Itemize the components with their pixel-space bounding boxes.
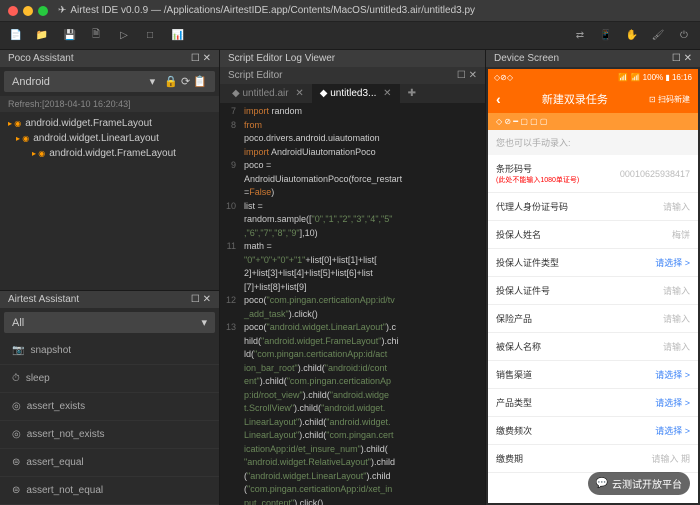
center-header: Script Editor Log Viewer bbox=[220, 50, 485, 67]
titlebar: ✈ Airtest IDE v0.0.9 — /Applications/Air… bbox=[0, 0, 700, 22]
code-editor[interactable]: 7import random8frompoco.drivers.android.… bbox=[220, 103, 485, 505]
form-row[interactable]: 投保人证件类型请选择 > bbox=[488, 249, 698, 277]
form-row[interactable]: 销售渠道请选择 > bbox=[488, 361, 698, 389]
app-title: 新建双录任务 bbox=[542, 91, 608, 107]
run-icon[interactable]: ▷ bbox=[114, 26, 134, 46]
airtest-assistant-header: Airtest Assistant ☐ ✕ bbox=[0, 291, 219, 308]
refresh-timestamp: Refresh:[2018-04-10 16:20:43] bbox=[0, 96, 219, 112]
back-icon[interactable]: ‹ bbox=[496, 91, 501, 107]
form-row[interactable]: 保险产品请输入 bbox=[488, 305, 698, 333]
script-editor-label: Script Editor ☐ ✕ bbox=[220, 67, 485, 84]
form-row[interactable]: 缴费期请输入 期 bbox=[488, 445, 698, 473]
new-tab-button[interactable]: ✚ bbox=[400, 84, 424, 103]
form-row[interactable]: 产品类型请选择 > bbox=[488, 389, 698, 417]
device-status-bar: ◇⊘◇ 📶 📶 100% ▮ 16:16 bbox=[488, 69, 698, 85]
minimize-window[interactable] bbox=[23, 6, 33, 16]
brush-icon[interactable]: 🖌 bbox=[648, 26, 668, 46]
panel-controls[interactable]: ☐ ✕ bbox=[191, 53, 211, 64]
form-row[interactable]: 投保人证件号请输入 bbox=[488, 277, 698, 305]
form-row[interactable]: 缴费频次请选择 > bbox=[488, 417, 698, 445]
hand-icon[interactable]: ✋ bbox=[622, 26, 642, 46]
form-row[interactable]: 被保人名称请输入 bbox=[488, 333, 698, 361]
panel-controls[interactable]: ☐ ✕ bbox=[191, 294, 211, 305]
tab-bar: ◆ untitled.air ✕◆ untitled3... ✕✚ bbox=[220, 84, 485, 103]
hint-text: 您也可以手动录入: bbox=[488, 130, 698, 155]
ui-tree: ▸ ◉android.widget.FrameLayout▸ ◉android.… bbox=[0, 112, 219, 290]
watermark: 💬 云测试开放平台 bbox=[588, 472, 690, 495]
poco-assistant-header: Poco Assistant ☐ ✕ bbox=[0, 50, 219, 67]
report-icon[interactable]: 📊 bbox=[168, 26, 188, 46]
app-icon: ✈ bbox=[58, 5, 66, 16]
power-icon[interactable]: ⏻ bbox=[674, 26, 694, 46]
scan-button[interactable]: ⊡ 扫码新建 bbox=[649, 94, 690, 105]
panel-controls[interactable]: ☐ ✕ bbox=[672, 53, 692, 64]
banner: ◇ ⊘ ━ ▢ ▢ ▢ bbox=[488, 113, 698, 130]
assist-item-assert_not_equal[interactable]: ⊜assert_not_equal bbox=[0, 477, 219, 505]
form-row[interactable]: 投保人姓名梅饼 bbox=[488, 221, 698, 249]
device-screen-header: Device Screen ☐ ✕ bbox=[486, 50, 700, 67]
tab-untitled3...[interactable]: ◆ untitled3... ✕ bbox=[312, 84, 400, 103]
wechat-icon: 💬 bbox=[596, 478, 608, 489]
tab-untitled.air[interactable]: ◆ untitled.air ✕ bbox=[224, 84, 312, 103]
window-title: ✈ Airtest IDE v0.0.9 — /Applications/Air… bbox=[58, 5, 475, 16]
tree-item[interactable]: ▸ ◉android.widget.LinearLayout bbox=[0, 131, 219, 146]
form-row[interactable]: 代理人身份证号码请输入 bbox=[488, 193, 698, 221]
save-all-icon[interactable]: 🗎 bbox=[86, 26, 106, 46]
assist-item-assert_not_exists[interactable]: ◎assert_not_exists bbox=[0, 421, 219, 449]
toolbar: 📄 📁 💾 🗎 ▷ □ 📊 ⇄ 📱 ✋ 🖌 ⏻ bbox=[0, 22, 700, 50]
phone-icon[interactable]: 📱 bbox=[596, 26, 616, 46]
app-header: ‹ 新建双录任务 ⊡ 扫码新建 bbox=[488, 85, 698, 113]
new-file-icon[interactable]: 📄 bbox=[6, 26, 26, 46]
open-folder-icon[interactable]: 📁 bbox=[32, 26, 52, 46]
device-screen[interactable]: ◇⊘◇ 📶 📶 100% ▮ 16:16 ‹ 新建双录任务 ⊡ 扫码新建 ◇ ⊘… bbox=[488, 69, 698, 503]
tree-item[interactable]: ▸ ◉android.widget.FrameLayout bbox=[0, 116, 219, 131]
swap-icon[interactable]: ⇄ bbox=[570, 26, 590, 46]
filter-dropdown[interactable]: All ▾ bbox=[4, 312, 215, 333]
tree-item[interactable]: ▸ ◉android.widget.FrameLayout bbox=[0, 146, 219, 161]
form-row[interactable]: 条形码号(此处不能输入1080单证号)00010625938417 bbox=[488, 155, 698, 193]
platform-dropdown[interactable]: Android ▾ 🔒 ⟳ 📋 bbox=[4, 71, 215, 92]
save-icon[interactable]: 💾 bbox=[60, 26, 80, 46]
traffic-lights bbox=[8, 6, 48, 16]
assist-item-snapshot[interactable]: 📷snapshot bbox=[0, 337, 219, 365]
stop-icon[interactable]: □ bbox=[140, 26, 160, 46]
assist-item-sleep[interactable]: ⏱sleep bbox=[0, 365, 219, 393]
assist-item-assert_equal[interactable]: ⊜assert_equal bbox=[0, 449, 219, 477]
maximize-window[interactable] bbox=[38, 6, 48, 16]
assist-item-assert_exists[interactable]: ◎assert_exists bbox=[0, 393, 219, 421]
close-window[interactable] bbox=[8, 6, 18, 16]
